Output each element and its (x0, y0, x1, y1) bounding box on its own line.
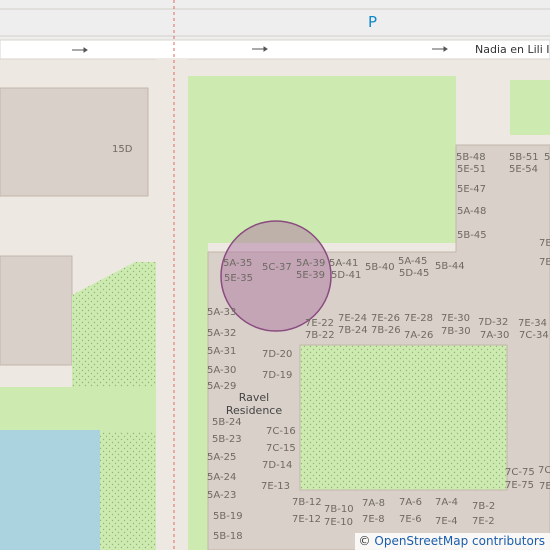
building-label: 7B (539, 257, 550, 268)
building-label: 7B-2 (472, 501, 496, 512)
building-label: 7C-75 (505, 467, 535, 478)
building-label: 7C-15 (266, 443, 296, 454)
building-label: 5A-23 (207, 490, 237, 501)
building-label: 7E-2 (472, 516, 495, 527)
building-15d (0, 87, 149, 197)
building-label: 7A-30 (480, 330, 510, 341)
building-label: 7E-6 (399, 514, 422, 525)
building-label: 5D-45 (399, 268, 430, 279)
copyright-symbol: © (358, 534, 371, 548)
place-name: Ravel Residence (218, 391, 290, 417)
building-label: 7E-8 (362, 514, 385, 525)
water (0, 430, 100, 550)
building-label: 5B-18 (213, 531, 243, 542)
building-label: 7D-20 (262, 349, 293, 360)
building-label: 5C-37 (262, 262, 292, 273)
building-label: 7E-28 (404, 313, 434, 324)
building-label: 5A-48 (457, 206, 487, 217)
building-label: 7D-19 (262, 370, 293, 381)
building-label: 5E-39 (296, 270, 326, 281)
building-label: 7E-12 (292, 514, 322, 525)
building-label: 7B-24 (338, 325, 368, 336)
building-label: 7E-75 (505, 480, 535, 491)
building-label: 5B-48 (456, 152, 486, 163)
building-label: 7A-4 (435, 497, 458, 508)
building-label: 7B-12 (292, 497, 322, 508)
map-canvas[interactable]: P Nadia en Lili I Ravel Residence 15D 5B-… (0, 0, 550, 550)
building-label: 7E-10 (324, 517, 354, 528)
building-label: 5B-44 (435, 261, 465, 272)
grass-top (188, 76, 456, 243)
place-name-line1: Ravel (238, 391, 270, 404)
building-label: 7B-22 (305, 330, 335, 341)
building-label: 7A-6 (399, 497, 422, 508)
grass-top-right (510, 80, 550, 135)
building-label: 5E-47 (457, 184, 487, 195)
attribution-link[interactable]: OpenStreetMap contributors (374, 534, 545, 548)
building-label: 5A-39 (296, 258, 326, 269)
building-label: 7B-10 (324, 504, 354, 515)
building-label: 5B-19 (213, 511, 243, 522)
building-label: 7B (539, 238, 550, 249)
building-label: 7E-26 (371, 313, 401, 324)
building-label: 5E-51 (457, 164, 487, 175)
building-label: 7B-26 (371, 325, 401, 336)
building-label: 7C (538, 465, 550, 476)
building-label: 5D-41 (331, 270, 362, 281)
parking-area (0, 0, 550, 40)
building-label: 5E-35 (224, 273, 254, 284)
building-label: 7D-14 (262, 460, 293, 471)
building-label: 5A-31 (207, 346, 237, 357)
building-label: 7E-4 (435, 516, 458, 527)
building-label: 15D (112, 144, 133, 155)
grass-strip (188, 243, 208, 550)
grass-bottom-left (0, 387, 156, 432)
building-label: 7A-26 (404, 330, 434, 341)
building-label: 5B-40 (365, 262, 395, 273)
building-label: 5A-45 (398, 256, 428, 267)
building-label: 5A-24 (207, 472, 237, 483)
building-label: 5B-23 (212, 434, 242, 445)
building-label: 7E-34 (518, 318, 548, 329)
building-label: 7E (539, 481, 550, 492)
building-label: 5A-29 (207, 381, 237, 392)
building-label: 5B-51 (509, 152, 539, 163)
place-name-line2: Residence (225, 404, 283, 417)
attribution: © OpenStreetMap contributors (354, 533, 550, 550)
building-label: 5A-33 (207, 307, 237, 318)
building-label: 7E-22 (305, 318, 335, 329)
building-label: 7E-13 (261, 481, 291, 492)
building-label: 5A-30 (207, 365, 237, 376)
building-label: 7E-24 (338, 313, 368, 324)
building-label: 5A-32 (207, 328, 237, 339)
building-label: 7D-32 (478, 317, 509, 328)
street-name-label: Nadia en Lili I (475, 43, 550, 56)
building-label: 7C-16 (266, 426, 296, 437)
building-label: 5E-54 (509, 164, 539, 175)
building-label: 5A-35 (223, 258, 253, 269)
building-left (0, 255, 73, 366)
building-label: 5B-45 (457, 230, 487, 241)
building-label: 5A-41 (329, 258, 359, 269)
courtyard-grass (299, 344, 508, 491)
parking-symbol: P (368, 13, 378, 31)
building-label: 5B-24 (212, 417, 242, 428)
building-label: 5A-25 (207, 452, 237, 463)
building-label: 7A-8 (362, 498, 385, 509)
building-label: 7E-30 (441, 313, 471, 324)
building-label: 7C-34 (519, 330, 549, 341)
building-label: 5 (544, 152, 550, 163)
building-label: 7B-30 (441, 326, 471, 337)
